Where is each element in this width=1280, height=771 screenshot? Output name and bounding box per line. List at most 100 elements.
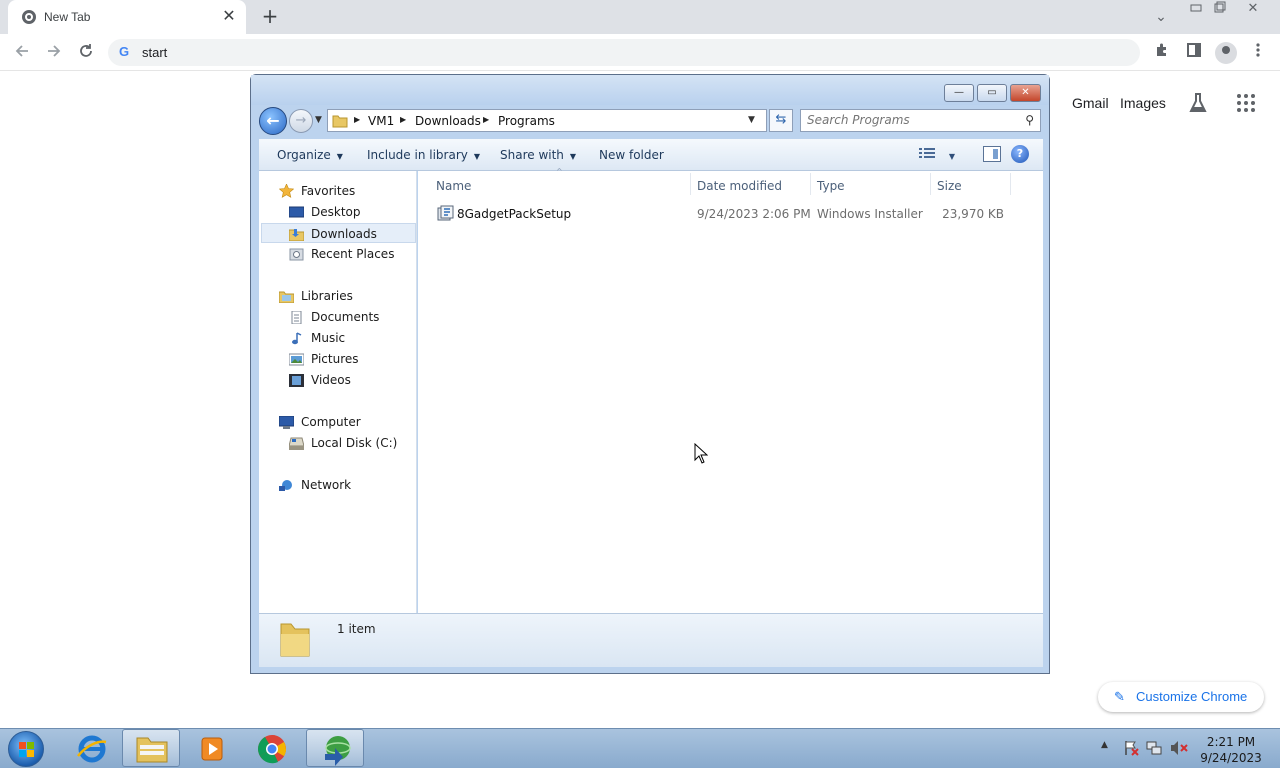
explorer-address-bar[interactable]: ▶ VM1 ▶ Downloads ▶ Programs ▼: [327, 109, 767, 132]
media-player-icon: [201, 737, 223, 761]
google-g-icon: G: [119, 44, 130, 59]
preview-pane-icon[interactable]: [983, 146, 1001, 162]
nav-pictures[interactable]: Pictures: [288, 349, 409, 369]
pictures-icon: [288, 352, 305, 366]
file-row[interactable]: 8GadgetPackSetup 9/24/2023 2:06 PM Windo…: [434, 203, 1014, 225]
taskbar-clock[interactable]: 2:21 PM 9/24/2023: [1196, 734, 1266, 766]
column-divider[interactable]: [690, 173, 691, 195]
minimize-button[interactable]: [1183, 0, 1209, 20]
explorer-titlebar[interactable]: [251, 75, 1049, 105]
file-date-modified: 9/24/2023 2:06 PM: [697, 207, 811, 221]
show-hidden-icons-button[interactable]: ▲: [1101, 740, 1108, 750]
nav-network-label: Network: [301, 478, 352, 492]
volume-muted-icon[interactable]: [1170, 740, 1188, 756]
search-input[interactable]: [807, 113, 1017, 127]
column-header-date-modified[interactable]: Date modified: [697, 179, 782, 193]
nav-documents[interactable]: Documents: [289, 307, 409, 327]
breadcrumb-separator-icon[interactable]: ▶: [483, 115, 489, 124]
gmail-link[interactable]: Gmail: [1072, 95, 1109, 111]
explorer-maximize-button[interactable]: ▭: [977, 84, 1007, 102]
nav-videos[interactable]: Videos: [289, 370, 409, 390]
details-pane: 1 item: [259, 613, 1043, 667]
file-type: Windows Installer ...: [817, 207, 925, 221]
forward-button[interactable]: [43, 42, 65, 64]
column-divider[interactable]: [1010, 173, 1011, 195]
new-folder-button[interactable]: New folder: [599, 148, 664, 162]
share-with-button[interactable]: Share with ▼: [500, 148, 576, 162]
nav-computer-label: Computer: [301, 415, 361, 429]
customize-chrome-button[interactable]: ✎ Customize Chrome: [1098, 682, 1264, 712]
breadcrumb-separator-icon[interactable]: ▶: [400, 115, 406, 124]
organize-button[interactable]: Organize ▼: [277, 148, 343, 162]
explorer-window: — ▭ ✕ ← → ▼ ▶ VM1 ▶ Downloads ▶ Programs…: [250, 74, 1050, 674]
side-panel-button[interactable]: [1183, 42, 1205, 64]
tab-close-icon[interactable]: ✕: [220, 7, 238, 25]
computer-icon: [278, 415, 295, 429]
restore-icon: [1214, 1, 1226, 13]
new-tab-button[interactable]: +: [258, 5, 282, 29]
file-name: 8GadgetPackSetup: [457, 207, 572, 221]
include-in-library-button[interactable]: Include in library ▼: [367, 148, 480, 162]
star-icon: [278, 183, 295, 198]
nav-music[interactable]: Music: [289, 328, 409, 348]
column-header-type[interactable]: Type: [817, 179, 845, 193]
back-button[interactable]: [11, 42, 33, 64]
nav-favorites[interactable]: Favorites: [278, 181, 409, 201]
labs-flask-icon[interactable]: [1188, 92, 1208, 114]
tab-new-tab[interactable]: New Tab ✕: [8, 0, 246, 34]
help-icon[interactable]: ?: [1011, 145, 1029, 163]
forward-arrow-icon: →: [295, 113, 307, 128]
reload-button[interactable]: [75, 42, 97, 64]
taskbar-media-player[interactable]: [182, 729, 240, 767]
start-button[interactable]: [8, 731, 44, 767]
column-header-name[interactable]: Name: [436, 179, 471, 193]
explorer-forward-button[interactable]: →: [289, 109, 313, 133]
breadcrumb-downloads[interactable]: Downloads: [415, 114, 481, 128]
google-apps-grid-icon[interactable]: [1237, 94, 1255, 112]
reload-icon: [80, 44, 92, 57]
tab-search-chevron-icon[interactable]: ⌄: [1148, 8, 1174, 28]
nav-desktop[interactable]: Desktop: [288, 202, 409, 222]
pencil-icon: ✎: [1114, 689, 1125, 704]
installer-package-icon: [437, 205, 454, 221]
column-divider[interactable]: [930, 173, 931, 195]
nav-computer[interactable]: Computer: [278, 412, 409, 432]
explorer-search-box[interactable]: ⚲: [800, 109, 1041, 132]
restore-button[interactable]: [1207, 0, 1233, 20]
taskbar-windows-explorer[interactable]: [122, 729, 180, 767]
taskbar-chrome[interactable]: [242, 729, 300, 767]
explorer-minimize-button[interactable]: —: [944, 84, 974, 102]
forward-arrow-icon: [48, 45, 61, 57]
action-center-flag-icon[interactable]: [1123, 740, 1139, 756]
dropdown-arrow-icon: ▼: [948, 152, 955, 161]
taskbar-download-manager[interactable]: [306, 729, 364, 767]
nav-network[interactable]: Network: [279, 475, 409, 495]
column-header-size[interactable]: Size: [937, 179, 962, 193]
explorer-close-button[interactable]: ✕: [1010, 84, 1041, 102]
change-view-button[interactable]: ▼: [919, 147, 955, 162]
column-divider[interactable]: [810, 173, 811, 195]
profile-avatar-icon[interactable]: [1215, 42, 1237, 64]
minimize-icon: [1190, 4, 1202, 12]
chrome-menu-button[interactable]: [1247, 42, 1269, 64]
breadcrumb-vm1[interactable]: VM1: [368, 114, 394, 128]
images-link[interactable]: Images: [1120, 95, 1166, 111]
extensions-button[interactable]: [1151, 42, 1173, 64]
nav-recent-places[interactable]: Recent Places: [289, 244, 409, 264]
nav-local-disk-c[interactable]: Local Disk (C:): [288, 433, 409, 453]
address-history-dropdown-icon[interactable]: ▼: [748, 115, 755, 125]
network-status-icon[interactable]: [1146, 740, 1162, 756]
recent-pages-dropdown-icon[interactable]: ▼: [315, 115, 322, 125]
videos-filmstrip-icon: [289, 373, 304, 387]
breadcrumb-programs[interactable]: Programs: [498, 114, 555, 128]
breadcrumb-separator-icon[interactable]: ▶: [354, 115, 360, 124]
close-window-button[interactable]: ✕: [1240, 0, 1266, 20]
explorer-back-button[interactable]: ←: [259, 107, 287, 135]
nav-recent-places-label: Recent Places: [311, 247, 395, 261]
taskbar-internet-explorer[interactable]: [62, 729, 120, 767]
nav-documents-label: Documents: [311, 310, 380, 324]
nav-libraries[interactable]: Libraries: [278, 286, 409, 306]
address-bar[interactable]: G start: [108, 39, 1140, 66]
refresh-button[interactable]: ⇆: [769, 109, 793, 132]
nav-downloads[interactable]: Downloads: [261, 223, 416, 243]
